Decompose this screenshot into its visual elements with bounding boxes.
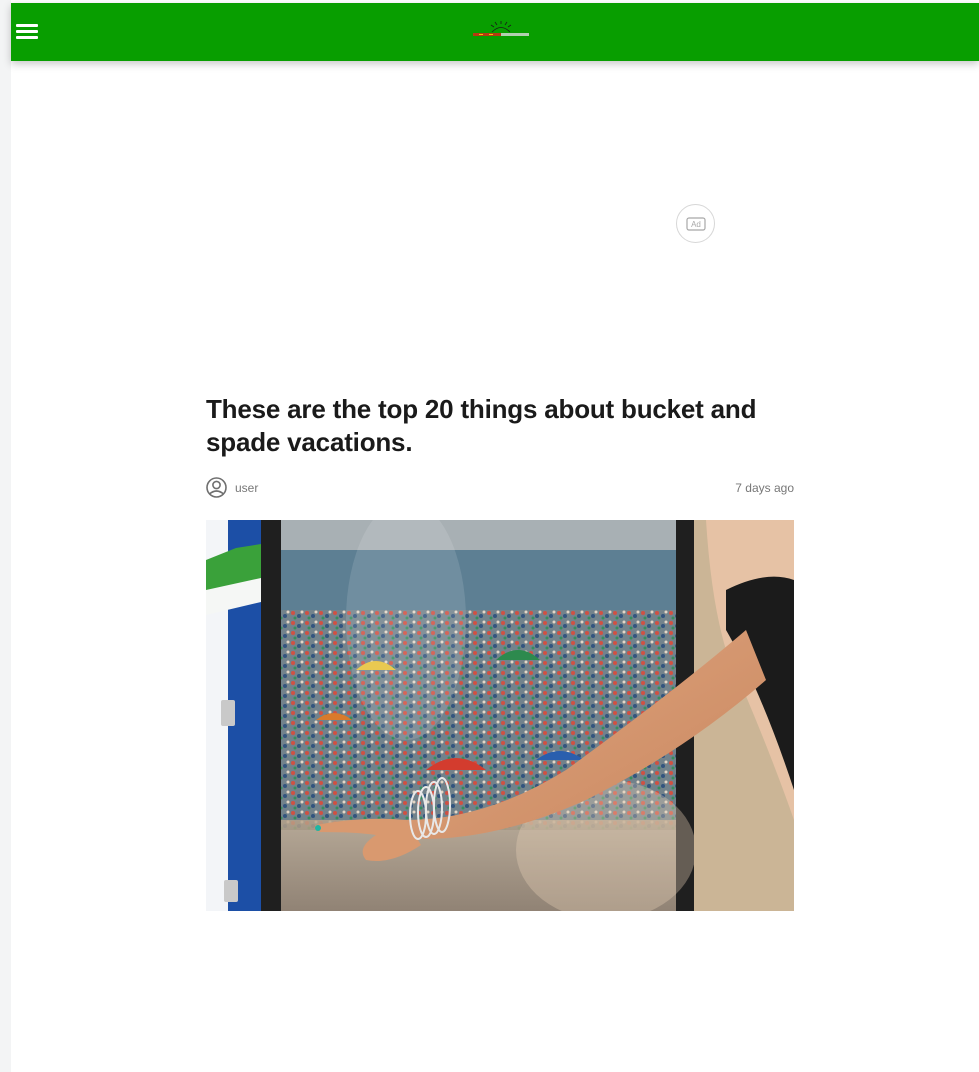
- svg-text:Ad: Ad: [691, 220, 701, 229]
- ad-choices-badge[interactable]: Ad: [676, 204, 715, 243]
- author-name[interactable]: user: [235, 481, 258, 495]
- publish-date: 7 days ago: [735, 481, 794, 495]
- top-navigation-bar: [11, 3, 979, 61]
- article-hero-image: [206, 520, 794, 911]
- site-logo[interactable]: [459, 20, 543, 42]
- article-title: These are the top 20 things about bucket…: [206, 394, 757, 457]
- ad-icon: Ad: [685, 216, 706, 231]
- left-edge-strip: [0, 0, 11, 1072]
- hamburger-menu-icon[interactable]: [16, 22, 40, 42]
- article: These are the top 20 things about bucket…: [206, 393, 794, 459]
- article-meta: user 7 days ago: [206, 477, 794, 499]
- user-avatar-icon[interactable]: [206, 477, 227, 498]
